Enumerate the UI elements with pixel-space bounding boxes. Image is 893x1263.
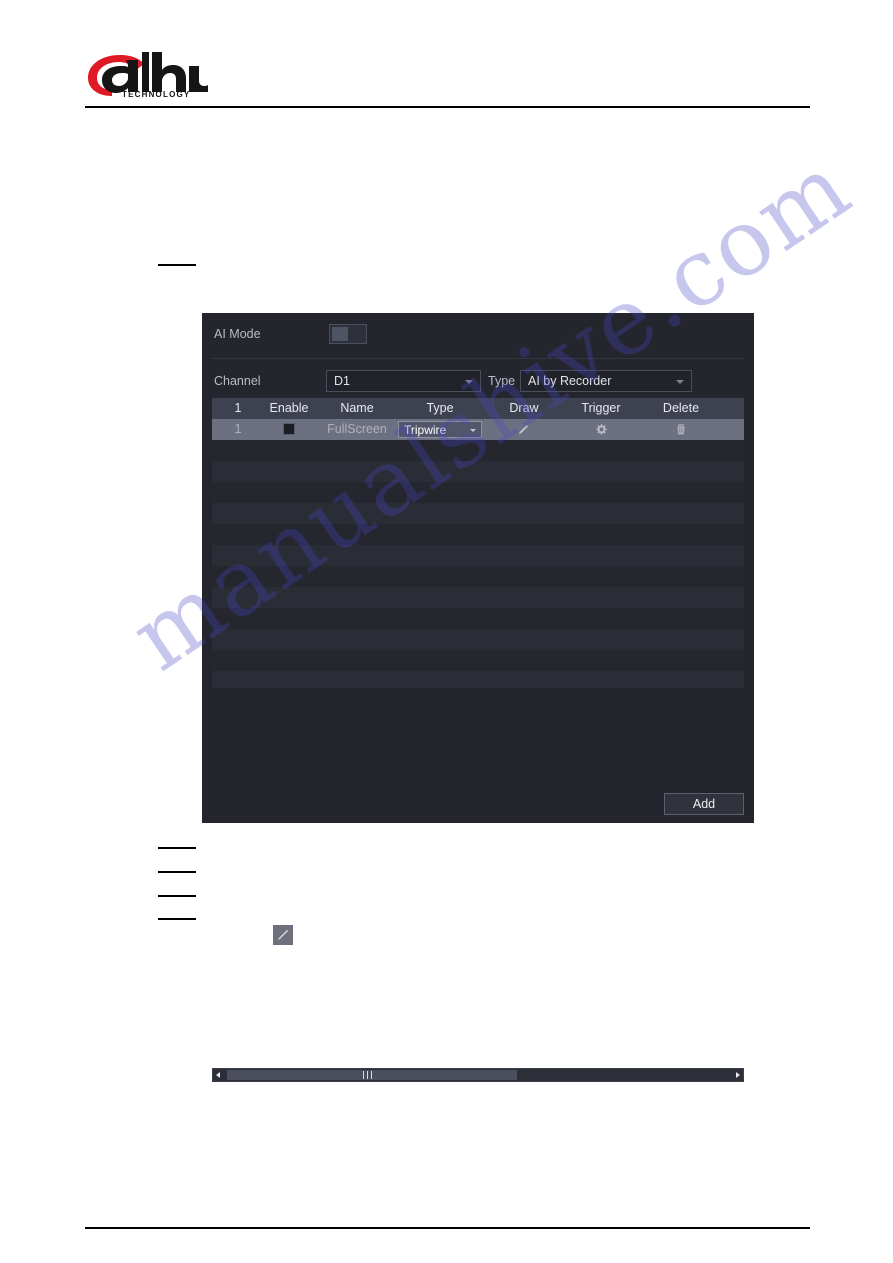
table-header-row: 1 Enable Name Type Draw Trigger Delete <box>212 398 744 419</box>
column-header-delete: Delete <box>662 401 700 415</box>
column-header-draw: Draw <box>509 401 539 415</box>
channel-row: Channel D1 Type AI by Recorder <box>202 365 754 397</box>
svg-text:TECHNOLOGY: TECHNOLOGY <box>122 90 190 98</box>
scrollbar-grip <box>363 1071 373 1079</box>
redacted-line-1 <box>158 264 196 266</box>
dahua-logo: TECHNOLOGY <box>86 52 208 98</box>
table-row-empty[interactable] <box>212 650 744 671</box>
table-row-empty[interactable] <box>212 482 744 503</box>
channel-label: Channel <box>214 374 261 388</box>
table-row[interactable]: 1 FullScreen Tripwire <box>212 419 744 440</box>
channel-select[interactable]: D1 <box>326 370 481 392</box>
column-header-trigger: Trigger <box>581 401 621 415</box>
footer-divider <box>85 1227 810 1229</box>
cell-name: FullScreen <box>327 422 387 436</box>
type-label: Type <box>488 374 516 388</box>
cell-index: 1 <box>234 422 242 436</box>
type-select[interactable]: AI by Recorder <box>520 370 692 392</box>
rules-table: 1 Enable Name Type Draw Trigger Delete 1… <box>212 398 744 688</box>
column-header-enable: Enable <box>269 401 309 415</box>
table-row-empty[interactable] <box>212 440 744 461</box>
chevron-right-icon[interactable] <box>731 1069 743 1081</box>
ai-mode-label: AI Mode <box>214 327 261 341</box>
table-row-empty[interactable] <box>212 524 744 545</box>
table-row-empty[interactable] <box>212 587 744 608</box>
header-divider <box>85 106 810 108</box>
chevron-left-icon[interactable] <box>213 1069 225 1081</box>
redacted-line-4 <box>158 895 196 897</box>
redacted-line-2 <box>158 847 196 849</box>
ai-rule-dialog: AI Mode Channel D1 Type AI by Recorder 1… <box>202 313 754 1082</box>
chevron-down-icon <box>465 380 473 384</box>
draw-pencil-icon[interactable] <box>516 422 532 437</box>
horizontal-scrollbar[interactable] <box>212 1068 744 1082</box>
table-row-empty[interactable] <box>212 629 744 650</box>
pencil-icon[interactable] <box>273 925 293 945</box>
chevron-down-icon <box>470 429 476 432</box>
ai-mode-row: AI Mode <box>202 313 754 358</box>
column-header-index: 1 <box>234 401 242 415</box>
table-row-empty[interactable] <box>212 671 744 688</box>
delete-trash-icon[interactable] <box>673 422 689 437</box>
rule-type-select[interactable]: Tripwire <box>398 421 482 438</box>
table-row-empty[interactable] <box>212 461 744 482</box>
table-row-empty[interactable] <box>212 503 744 524</box>
channel-value: D1 <box>334 374 350 388</box>
table-row-empty[interactable] <box>212 566 744 587</box>
rule-type-value: Tripwire <box>404 423 447 437</box>
column-header-type: Type <box>426 401 454 415</box>
add-button[interactable]: Add <box>664 793 744 815</box>
redacted-line-3 <box>158 871 196 873</box>
table-row-empty[interactable] <box>212 545 744 566</box>
chevron-down-icon <box>676 380 684 384</box>
toggle-knob <box>332 327 348 341</box>
redacted-line-5 <box>158 918 196 920</box>
enable-checkbox[interactable] <box>283 423 295 435</box>
trigger-gear-icon[interactable] <box>593 422 609 437</box>
document-page: TECHNOLOGY manualshive.com AI Mode Chann… <box>0 0 893 1263</box>
type-value: AI by Recorder <box>528 374 612 388</box>
section-divider <box>212 358 744 359</box>
column-header-name: Name <box>340 401 374 415</box>
table-row-empty[interactable] <box>212 608 744 629</box>
ai-mode-toggle[interactable] <box>329 324 367 344</box>
